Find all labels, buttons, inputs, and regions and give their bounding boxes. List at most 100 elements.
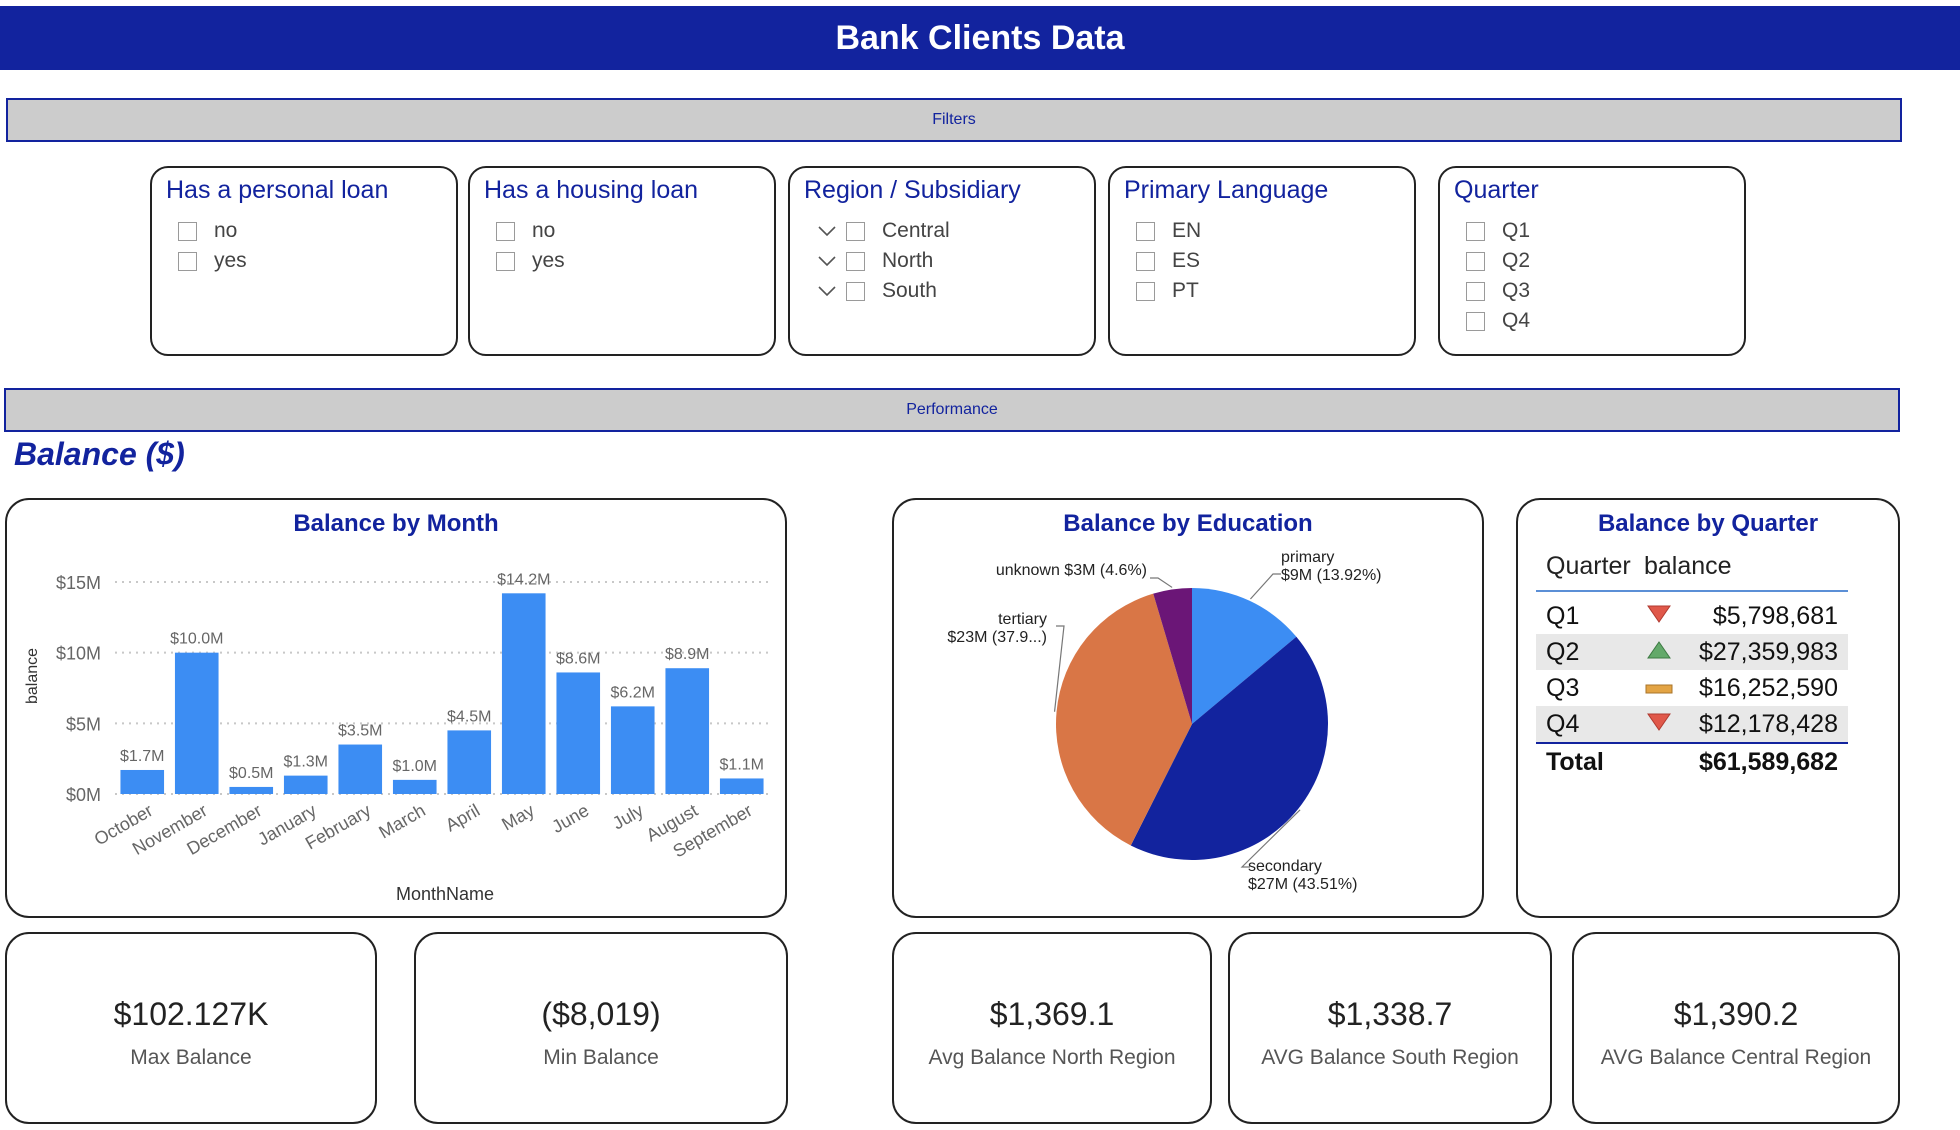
slicer-primary-language: Primary Language EN ES PT xyxy=(1108,166,1416,356)
slicer-title: Region / Subsidiary xyxy=(804,176,1021,204)
slicer-option-label: ES xyxy=(1172,249,1201,272)
chevron-down-icon[interactable] xyxy=(818,286,846,296)
slicer-option-label: North xyxy=(882,249,934,272)
slicer-option-central[interactable]: Central xyxy=(818,216,950,246)
x-tick-label: March xyxy=(375,800,428,842)
slice-label: tertiary xyxy=(998,611,1047,628)
slicer-option-label: South xyxy=(882,279,937,302)
down-triangle-icon xyxy=(1646,710,1672,739)
bar[interactable] xyxy=(665,668,710,794)
y-tick-label: $15M xyxy=(56,573,101,593)
slicer-option-q4[interactable]: Q4 xyxy=(1466,306,1530,336)
bar[interactable] xyxy=(120,769,165,794)
kpi-card-avg-central: $1,390.2 AVG Balance Central Region xyxy=(1572,932,1900,1124)
bar-data-label: $0.5M xyxy=(229,765,273,782)
x-tick-label: April xyxy=(442,800,483,835)
bar[interactable] xyxy=(447,730,492,794)
slicer-region: Region / Subsidiary Central North South xyxy=(788,166,1096,356)
slicer-option-pt[interactable]: PT xyxy=(1136,276,1201,306)
kpi-label: Max Balance xyxy=(130,1046,252,1069)
slicer-option-label: no xyxy=(214,219,238,242)
bar[interactable] xyxy=(229,786,274,794)
checkbox[interactable] xyxy=(846,251,865,271)
slicer-option-q3[interactable]: Q3 xyxy=(1466,276,1530,306)
slicer-option-label: PT xyxy=(1172,279,1199,302)
bar[interactable] xyxy=(392,779,437,794)
bar[interactable] xyxy=(501,593,546,794)
slice-label: secondary xyxy=(1248,858,1322,875)
leader-line xyxy=(1249,573,1281,600)
column-header-quarter[interactable]: Quarter xyxy=(1536,542,1634,591)
slicer-option-no[interactable]: no xyxy=(496,216,565,246)
quarter-cell: Q2 xyxy=(1536,634,1634,670)
down-triangle-icon xyxy=(1646,602,1672,631)
performance-section-header: Performance xyxy=(4,388,1900,432)
slicer-option-south[interactable]: South xyxy=(818,276,950,306)
kpi-value: $1,369.1 xyxy=(989,996,1115,1032)
checkbox[interactable] xyxy=(178,251,197,271)
table-header-row: Quarter balance xyxy=(1536,542,1848,591)
slice-label: $27M (43.51%) xyxy=(1248,876,1357,893)
checkbox[interactable] xyxy=(846,221,865,241)
total-value: $61,589,682 xyxy=(1698,747,1838,776)
checkbox[interactable] xyxy=(1466,251,1485,271)
checkbox[interactable] xyxy=(1136,221,1155,241)
slicer-option-label: Central xyxy=(882,219,950,242)
checkbox[interactable] xyxy=(496,221,515,241)
bar[interactable] xyxy=(174,652,219,794)
balance-cell: $12,178,428 xyxy=(1683,706,1848,743)
kpi-value: ($8,019) xyxy=(541,996,661,1032)
bar-data-label: $1.7M xyxy=(120,748,164,765)
bar[interactable] xyxy=(556,672,601,794)
checkbox[interactable] xyxy=(1466,311,1485,331)
kpi-card-avg-north: $1,369.1 Avg Balance North Region xyxy=(892,932,1212,1124)
slicer-option-yes[interactable]: yes xyxy=(178,246,247,276)
column-header-balance[interactable]: balance xyxy=(1634,542,1848,591)
bar[interactable] xyxy=(719,778,764,794)
x-tick-label: June xyxy=(548,800,592,837)
chevron-down-icon[interactable] xyxy=(818,256,846,266)
kpi-label: AVG Balance South Region xyxy=(1261,1046,1519,1069)
bar[interactable] xyxy=(338,744,383,794)
slicer-option-north[interactable]: North xyxy=(818,246,950,276)
slicer-option-yes[interactable]: yes xyxy=(496,246,565,276)
table-row[interactable]: Q1 $5,798,681 xyxy=(1536,591,1848,634)
checkbox[interactable] xyxy=(1136,251,1155,271)
checkbox[interactable] xyxy=(496,251,515,271)
bar[interactable] xyxy=(610,706,655,794)
checkbox[interactable] xyxy=(1136,281,1155,301)
checkbox[interactable] xyxy=(178,221,197,241)
kpi-card-min-balance: ($8,019) Min Balance xyxy=(414,932,788,1124)
quarter-table: Quarter balance Q1 $5,798,681 Q2 $27,359,98… xyxy=(1536,542,1848,780)
kpi-card-max-balance: $102.127K Max Balance xyxy=(5,932,377,1124)
bar[interactable] xyxy=(283,775,328,794)
x-tick-label: July xyxy=(609,800,647,833)
table-total-row: Total $61,589,682 xyxy=(1536,743,1848,780)
slicer-option-en[interactable]: EN xyxy=(1136,216,1201,246)
slicer-title: Quarter xyxy=(1454,176,1539,204)
bar-data-label: $8.9M xyxy=(665,646,709,663)
table-row[interactable]: Q4 $12,178,428 xyxy=(1536,706,1848,743)
slicer-option-q2[interactable]: Q2 xyxy=(1466,246,1530,276)
kpi-value: $1,390.2 xyxy=(1673,996,1799,1032)
slicer-option-es[interactable]: ES xyxy=(1136,246,1201,276)
table-row[interactable]: Q2 $27,359,983 xyxy=(1536,634,1848,670)
bar-data-label: $6.2M xyxy=(611,684,655,701)
checkbox[interactable] xyxy=(1466,281,1485,301)
balance-cell: $16,252,590 xyxy=(1698,673,1838,702)
table-row[interactable]: Q3 $16,252,590 xyxy=(1536,670,1848,706)
slicer-option-q1[interactable]: Q1 xyxy=(1466,216,1530,246)
checkbox[interactable] xyxy=(1466,221,1485,241)
slicer-title: Has a personal loan xyxy=(166,176,389,204)
checkbox[interactable] xyxy=(846,281,865,301)
slicer-option-label: Q3 xyxy=(1502,279,1531,302)
slicer-option-no[interactable]: no xyxy=(178,216,247,246)
dashboard-title: Bank Clients Data xyxy=(0,6,1960,70)
chevron-down-icon[interactable] xyxy=(818,226,846,236)
slicer-option-label: no xyxy=(532,219,556,242)
x-tick-label: May xyxy=(498,800,537,834)
indicator-cell xyxy=(1634,591,1684,634)
kpi-label: Min Balance xyxy=(543,1046,659,1069)
slicer-title: Primary Language xyxy=(1124,176,1329,204)
slicer-personal-loan: Has a personal loan no yes xyxy=(150,166,458,356)
